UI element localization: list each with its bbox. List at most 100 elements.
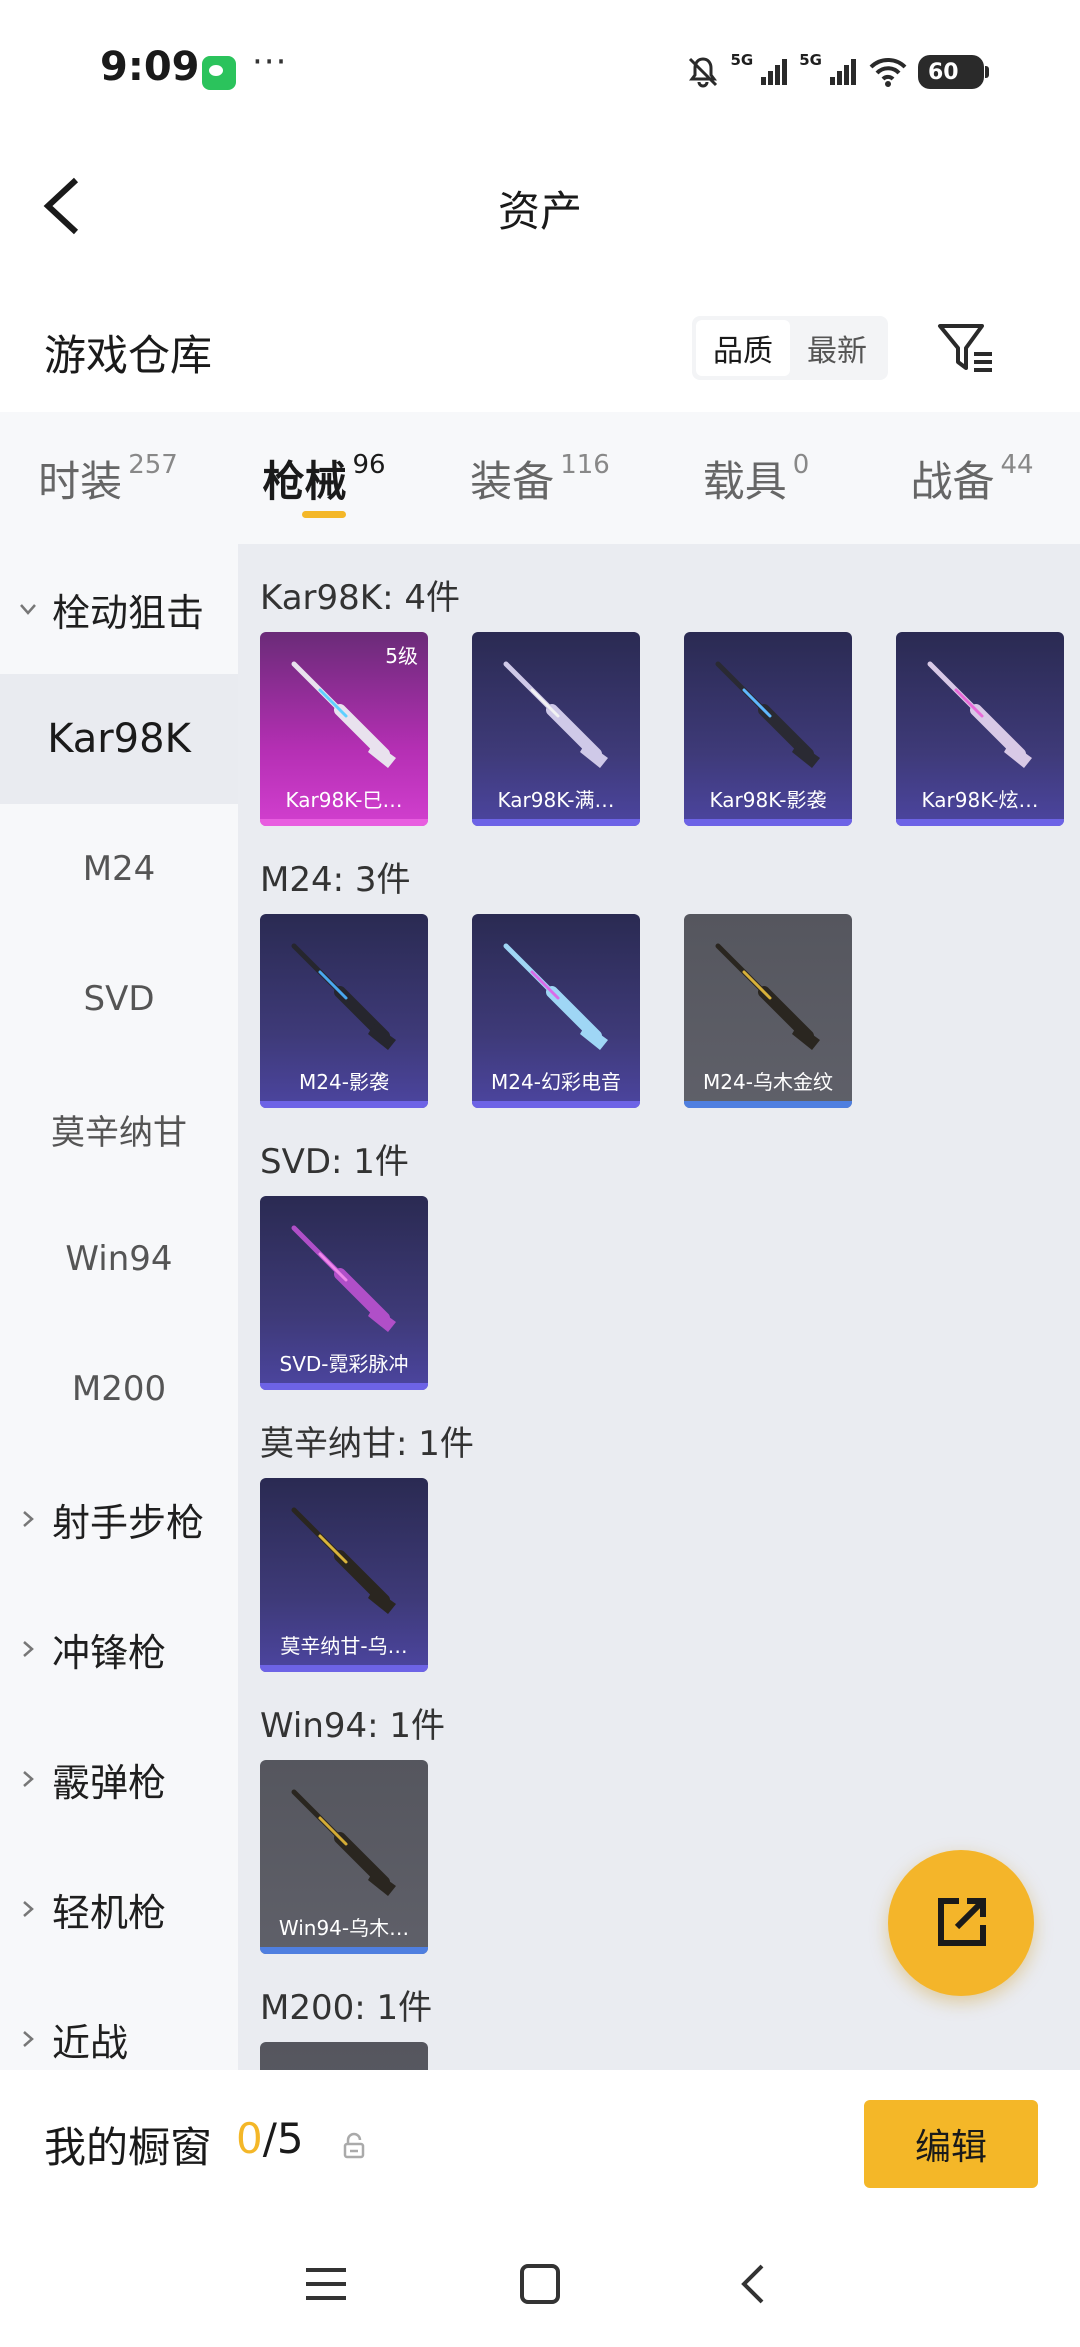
weapon-skin-card[interactable]: Kar98K-影袭 <box>684 632 852 826</box>
card-row: M24-影袭 M24-幻彩电音 M24-乌木金纹 <box>260 914 1080 1108</box>
weapon-skin-card[interactable]: Kar98K-满… <box>472 632 640 826</box>
weapon-skin-card[interactable]: 莫辛纳甘-乌… <box>260 1478 428 1672</box>
tab-count: 0 <box>792 450 810 480</box>
signal-icon-2 <box>828 57 858 87</box>
signal-icon-1 <box>759 57 789 87</box>
weapon-skin-card[interactable]: M24-幻彩电音 <box>472 914 640 1108</box>
chevron-right-icon <box>18 1899 38 1919</box>
sort-toggle: 品质 最新 <box>692 316 888 380</box>
card-row: 莫辛纳甘-乌… <box>260 1478 1080 1672</box>
menu-nav-button[interactable] <box>296 2254 356 2314</box>
network-type-2: 5G <box>799 51 822 69</box>
weapon-type-sidebar: 栓动狙击 Kar98K M24 SVD 莫辛纳甘 Win94 M200 射手步枪… <box>0 544 238 2070</box>
skin-name: Win94-乌木… <box>278 1915 410 1940</box>
rarity-bar <box>472 1101 640 1108</box>
tab-supplies[interactable]: 战备 44 <box>864 412 1080 544</box>
status-time: 9:09 <box>100 44 200 90</box>
tab-fashion[interactable]: 时装 257 <box>0 412 216 544</box>
rifle-icon <box>291 1507 396 1614</box>
back-nav-icon <box>741 2264 764 2304</box>
weapon-skin-card[interactable]: Kar98K-炫… <box>896 632 1064 826</box>
sort-newest-option[interactable]: 最新 <box>790 320 884 376</box>
tab-vehicles[interactable]: 载具 0 <box>648 412 864 544</box>
showcase-count: 0/5 <box>236 2114 304 2163</box>
tab-equipment[interactable]: 装备 116 <box>432 412 648 544</box>
edit-button[interactable]: 编辑 <box>864 2100 1038 2188</box>
menu-icon <box>306 2268 346 2300</box>
tab-label: 时装 <box>38 457 123 506</box>
chevron-right-icon <box>18 1639 38 1659</box>
tab-label: 装备 <box>470 457 555 506</box>
rifle-icon <box>715 661 820 768</box>
warehouse-title: 游戏仓库 <box>44 331 213 380</box>
rarity-bar <box>260 1665 428 1672</box>
warehouse-header: 游戏仓库 品质 最新 <box>0 290 1080 410</box>
showcase-total: /5 <box>262 2114 304 2163</box>
skin-name: Kar98K-影袭 <box>709 787 827 812</box>
tab-count: 96 <box>352 450 386 480</box>
card-row: SVD-霓彩脉冲 <box>260 1196 1080 1390</box>
sidebar-group-melee[interactable]: 近战 <box>0 1974 238 2070</box>
sidebar-item-mosin[interactable]: 莫辛纳甘 <box>0 1064 238 1194</box>
sidebar-group-bolt-action[interactable]: 栓动狙击 <box>0 544 238 674</box>
filter-button[interactable] <box>934 318 998 378</box>
sidebar-group-shotgun[interactable]: 霰弹枪 <box>0 1714 238 1844</box>
wifi-icon <box>868 56 908 88</box>
home-square-icon <box>520 2264 560 2304</box>
weapon-skin-card[interactable]: Win94-乌木… <box>260 1760 428 1954</box>
status-bar: 9:09 ··· 5G 5G 60 <box>0 0 1080 140</box>
sidebar-group-label: 轻机枪 <box>52 1890 167 1935</box>
weapon-section: 莫辛纳甘: 1件莫辛纳甘-乌… <box>238 1416 1080 1672</box>
rarity-bar <box>260 1947 428 1954</box>
rifle-icon <box>503 943 608 1050</box>
page-title: 资产 <box>497 187 582 236</box>
sidebar-group-lmg[interactable]: 轻机枪 <box>0 1844 238 1974</box>
section-title: 莫辛纳甘: 1件 <box>260 1423 474 1464</box>
more-notifications-icon: ··· <box>252 42 288 82</box>
tab-count: 257 <box>128 450 178 480</box>
rarity-bar <box>896 819 1064 826</box>
filter-icon <box>938 324 992 372</box>
sidebar-item-win94[interactable]: Win94 <box>0 1194 238 1324</box>
sidebar-group-label: 近战 <box>52 2020 129 2065</box>
weapon-skin-card[interactable]: SVD-霓彩脉冲 <box>260 1196 428 1390</box>
rarity-bar <box>260 819 428 826</box>
weapon-skin-card[interactable]: 5级 Kar98K-巳… <box>260 632 428 826</box>
section-title: Kar98K: 4件 <box>260 577 460 618</box>
rarity-bar <box>684 819 852 826</box>
sidebar-group-label: 射手步枪 <box>52 1500 205 1545</box>
sidebar-item-svd[interactable]: SVD <box>0 934 238 1064</box>
rifle-icon <box>291 1789 396 1896</box>
sidebar-item-kar98k[interactable]: Kar98K <box>0 674 238 804</box>
rifle-icon <box>715 943 820 1050</box>
rifle-icon <box>291 1225 396 1332</box>
chevron-down-icon <box>18 599 38 619</box>
rarity-bar <box>260 1383 428 1390</box>
battery-indicator: 60 <box>918 55 989 89</box>
skin-name: M24-乌木金纹 <box>703 1069 833 1094</box>
rifle-icon <box>927 661 1032 768</box>
weapon-grid: Kar98K: 4件 5级 Kar98K-巳… Kar98K-满… Kar98K-影袭 K… <box>238 544 1080 2070</box>
sort-quality-option[interactable]: 品质 <box>696 320 790 376</box>
skin-name: Kar98K-炫… <box>921 787 1039 812</box>
weapon-skin-card[interactable]: M24-乌木金纹 <box>684 914 852 1108</box>
sidebar-group-smg[interactable]: 冲锋枪 <box>0 1584 238 1714</box>
sidebar-item-m24[interactable]: M24 <box>0 804 238 934</box>
sidebar-group-dmr[interactable]: 射手步枪 <box>0 1454 238 1584</box>
home-nav-button[interactable] <box>510 2254 570 2314</box>
tab-count: 44 <box>1000 450 1034 480</box>
weapon-skin-card[interactable]: M24-影袭 <box>260 914 428 1108</box>
tab-label: 枪械 <box>262 457 347 506</box>
share-icon <box>938 1898 986 1946</box>
network-type-1: 5G <box>730 51 754 69</box>
mute-bell-icon <box>685 54 721 90</box>
share-button[interactable] <box>888 1850 1034 1996</box>
weapon-skin-card[interactable] <box>260 2042 428 2070</box>
tab-firearms[interactable]: 枪械 96 <box>216 412 432 544</box>
sidebar-item-m200[interactable]: M200 <box>0 1324 238 1454</box>
rarity-bar <box>260 1101 428 1108</box>
back-nav-button[interactable] <box>724 2254 784 2314</box>
section-title: M24: 3件 <box>260 859 411 900</box>
card-row: 5级 Kar98K-巳… Kar98K-满… Kar98K-影袭 Kar98K-炫… <box>260 632 1080 826</box>
card-row <box>260 2042 1080 2070</box>
